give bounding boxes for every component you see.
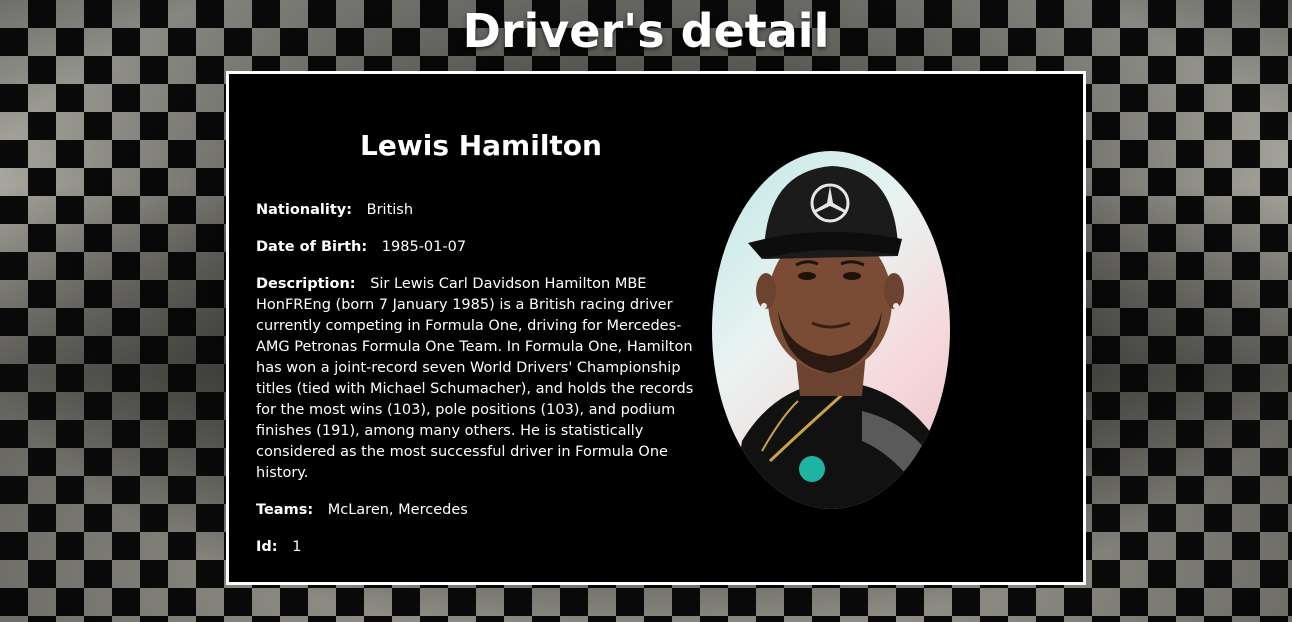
date-of-birth-label: Date of Birth: <box>256 239 368 255</box>
id-value: 1 <box>292 539 302 555</box>
driver-photo <box>712 151 950 509</box>
teams-label: Teams: <box>256 502 314 518</box>
description-row: Description: Sir Lewis Carl Davidson Ham… <box>256 274 706 484</box>
id-label: Id: <box>256 539 278 555</box>
nationality-value: British <box>366 202 414 218</box>
date-of-birth-row: Date of Birth: 1985-01-07 <box>256 237 706 258</box>
id-row: Id: 1 <box>256 537 706 558</box>
driver-portrait-illustration <box>732 166 950 509</box>
page-title: Driver's detail <box>462 4 830 58</box>
date-of-birth-value: 1985-01-07 <box>381 239 467 255</box>
driver-detail-card: Lewis Hamilton Nationality: British Date… <box>226 71 1086 585</box>
description-value: Sir Lewis Carl Davidson Hamilton MBE Hon… <box>256 276 694 481</box>
description-label: Description: <box>256 276 356 292</box>
teams-row: Teams: McLaren, Mercedes <box>256 500 706 521</box>
nationality-label: Nationality: <box>256 202 353 218</box>
teams-value: McLaren, Mercedes <box>327 502 468 518</box>
driver-name: Lewis Hamilton <box>360 129 602 162</box>
driver-info: Lewis Hamilton Nationality: British Date… <box>256 126 706 574</box>
nationality-row: Nationality: British <box>256 200 706 221</box>
